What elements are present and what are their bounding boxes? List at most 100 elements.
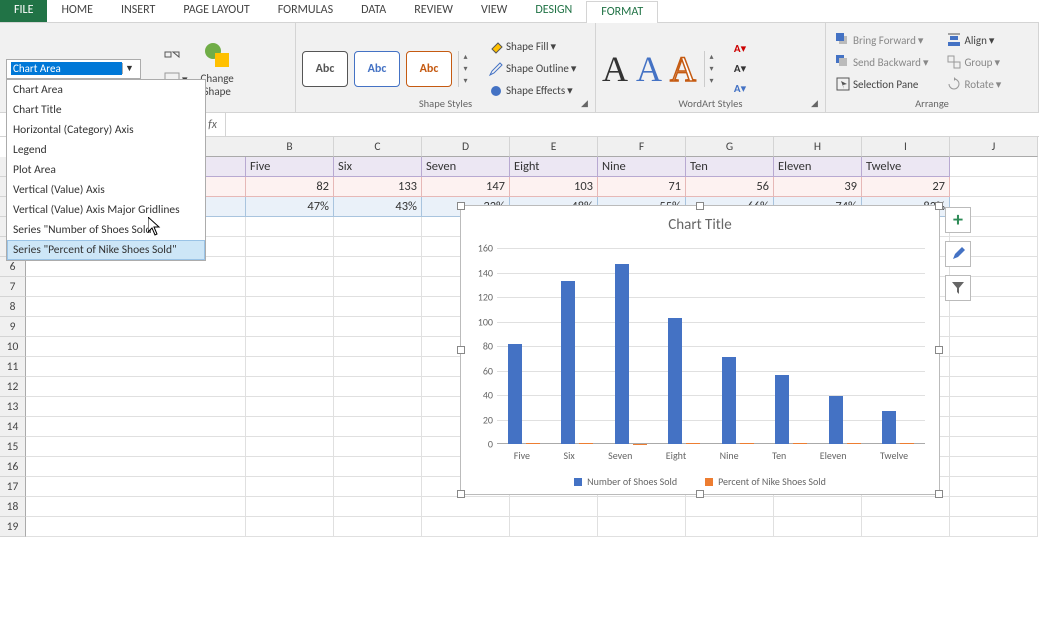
plot-area[interactable]: 020406080100120140160	[497, 248, 925, 444]
resize-handle[interactable]	[696, 490, 704, 498]
shape-style-more[interactable]: ▴▾▾	[458, 51, 472, 87]
shape-style-3[interactable]: Abc	[406, 51, 452, 87]
cell-i1[interactable]: Twelve	[862, 157, 950, 177]
cell-f1[interactable]: Nine	[598, 157, 686, 177]
tab-review[interactable]: REVIEW	[400, 0, 467, 22]
row-header-15[interactable]: 15	[0, 437, 26, 457]
row-header-12[interactable]: 12	[0, 377, 26, 397]
bar-s2[interactable]	[686, 443, 700, 444]
chart-object[interactable]: Chart Title 020406080100120140160 FiveSi…	[460, 205, 940, 495]
y-axis[interactable]: 020406080100120140160	[471, 248, 495, 444]
cell-c3[interactable]: 43%	[334, 197, 422, 217]
col-header-i[interactable]: I	[862, 137, 950, 157]
tab-formulas[interactable]: FORMULAS	[264, 0, 347, 22]
col-header-b[interactable]: B	[246, 137, 334, 157]
wordart-more[interactable]: ▴▾▾	[704, 51, 718, 87]
cell-b3[interactable]: 47%	[246, 197, 334, 217]
resize-handle[interactable]	[935, 202, 943, 210]
col-header-d[interactable]: D	[422, 137, 510, 157]
bar-s1[interactable]	[668, 318, 682, 444]
shape-style-1[interactable]: Abc	[302, 51, 348, 87]
col-header-f[interactable]: F	[598, 137, 686, 157]
row-header-8[interactable]: 8	[0, 297, 26, 317]
cell-h2[interactable]: 39	[774, 177, 862, 197]
cell-b1[interactable]: Five	[246, 157, 334, 177]
cell-c1[interactable]: Six	[334, 157, 422, 177]
row-header-10[interactable]: 10	[0, 337, 26, 357]
bar-s1[interactable]	[775, 375, 789, 444]
chart-bars[interactable]	[497, 248, 925, 444]
row-header-19[interactable]: 19	[0, 517, 26, 537]
bar-s1[interactable]	[561, 281, 575, 444]
resize-handle[interactable]	[935, 490, 943, 498]
bar-s2[interactable]	[579, 443, 593, 444]
wordart-launcher[interactable]: ◢	[811, 98, 823, 110]
dropdown-item-chart-area[interactable]: Chart Area	[7, 80, 205, 100]
shape-outline-button[interactable]: Shape Outline ▾	[484, 58, 580, 80]
bar-s2[interactable]	[793, 443, 807, 444]
row-header-9[interactable]: 9	[0, 317, 26, 337]
wordart-gallery[interactable]: A A A ▴▾▾	[602, 48, 718, 90]
shape-style-2[interactable]: Abc	[354, 51, 400, 87]
resize-handle[interactable]	[457, 346, 465, 354]
tab-file[interactable]: FILE	[0, 0, 47, 22]
chart-element-selector[interactable]: Chart Area ▼	[6, 59, 141, 79]
chart-title[interactable]: Chart Title	[461, 206, 939, 238]
tab-insert[interactable]: INSERT	[107, 0, 169, 22]
wordart-style-2[interactable]: A	[636, 48, 662, 90]
bar-s2[interactable]	[526, 443, 540, 444]
bar-s2[interactable]	[847, 443, 861, 444]
row-header-11[interactable]: 11	[0, 357, 26, 377]
shape-styles-launcher[interactable]: ◢	[581, 98, 593, 110]
cell-b2[interactable]: 82	[246, 177, 334, 197]
cell-f2[interactable]: 71	[598, 177, 686, 197]
tab-data[interactable]: DATA	[347, 0, 400, 22]
wordart-style-1[interactable]: A	[602, 48, 628, 90]
shapes-gallery-row[interactable]	[161, 48, 191, 68]
col-header-g[interactable]: G	[686, 137, 774, 157]
dropdown-item-series-percent[interactable]: Series "Percent of Nike Shoes Sold"	[7, 240, 205, 260]
chart-elements-button[interactable]: +	[945, 207, 971, 233]
dropdown-item-horiz-axis[interactable]: Horizontal (Category) Axis	[7, 120, 205, 140]
bar-s1[interactable]	[615, 264, 629, 444]
cell-e2[interactable]: 103	[510, 177, 598, 197]
bar-s2[interactable]	[900, 443, 914, 444]
resize-handle[interactable]	[457, 490, 465, 498]
dropdown-item-series-number[interactable]: Series "Number of Shoes Sold"	[7, 220, 205, 240]
cell-e1[interactable]: Eight	[510, 157, 598, 177]
x-axis[interactable]: FiveSixSevenEightNineTenElevenTwelve	[497, 449, 925, 462]
align-button[interactable]: Align ▾	[943, 29, 1004, 51]
cell-d1[interactable]: Seven	[422, 157, 510, 177]
tab-format[interactable]: FORMAT	[586, 1, 658, 23]
row-header-16[interactable]: 16	[0, 457, 26, 477]
dropdown-item-legend[interactable]: Legend	[7, 140, 205, 160]
bar-s1[interactable]	[508, 344, 522, 444]
text-outline-button[interactable]: A ▾	[726, 60, 754, 78]
col-header-e[interactable]: E	[510, 137, 598, 157]
bar-s2[interactable]	[740, 443, 754, 444]
resize-handle[interactable]	[457, 202, 465, 210]
cell-i2[interactable]: 27	[862, 177, 950, 197]
tab-home[interactable]: HOME	[47, 0, 107, 22]
bar-s1[interactable]	[829, 396, 843, 444]
row-header-7[interactable]: 7	[0, 277, 26, 297]
chart-legend[interactable]: Number of Shoes Sold Percent of Nike Sho…	[461, 475, 939, 488]
row-header-18[interactable]: 18	[0, 497, 26, 517]
row-header-14[interactable]: 14	[0, 417, 26, 437]
cell-c2[interactable]: 133	[334, 177, 422, 197]
resize-handle[interactable]	[696, 202, 704, 210]
dropdown-item-vert-axis[interactable]: Vertical (Value) Axis	[7, 180, 205, 200]
selection-pane-button[interactable]: Selection Pane	[832, 73, 931, 95]
resize-handle[interactable]	[935, 346, 943, 354]
row-header-13[interactable]: 13	[0, 397, 26, 417]
shape-style-gallery[interactable]: Abc Abc Abc ▴▾▾	[302, 51, 472, 87]
rotate-button[interactable]: Rotate ▾	[943, 73, 1004, 95]
send-backward-button[interactable]: Send Backward ▾	[832, 51, 931, 73]
dropdown-item-chart-title[interactable]: Chart Title	[7, 100, 205, 120]
group-button[interactable]: Group ▾	[943, 51, 1004, 73]
chart-styles-button[interactable]	[945, 241, 971, 267]
chevron-down-icon[interactable]: ▼	[122, 63, 136, 74]
row-header-17[interactable]: 17	[0, 477, 26, 497]
bring-forward-button[interactable]: Bring Forward ▾	[832, 29, 931, 51]
col-header-c[interactable]: C	[334, 137, 422, 157]
